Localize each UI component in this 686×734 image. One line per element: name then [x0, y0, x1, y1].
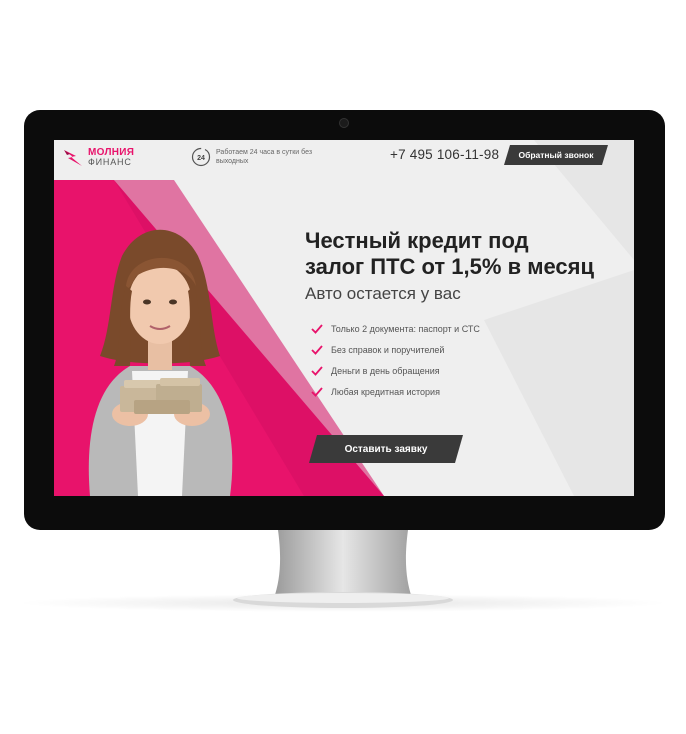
- hero-subtitle: Авто остается у вас: [305, 284, 461, 303]
- working-hours: 24 Работаем 24 часа в сутки без выходных: [191, 147, 336, 167]
- webcam: [339, 118, 349, 128]
- callback-button[interactable]: Обратный звонок: [504, 145, 608, 165]
- hero-title-line1: Честный кредит под: [305, 228, 529, 253]
- check-icon: [311, 365, 323, 376]
- feature-item: Деньги в день обращения: [305, 360, 625, 381]
- clock-24-icon: 24: [191, 147, 211, 167]
- hours-badge: 24: [197, 155, 205, 162]
- woman-with-money-photo: [88, 229, 233, 496]
- feature-text: Без справок и поручителей: [331, 344, 445, 355]
- brand-name-line1: МОЛНИЯ: [88, 146, 135, 158]
- hero-title-line2: залог ПТС от 1,5% в месяц: [305, 254, 595, 279]
- feature-text: Деньги в день обращения: [331, 365, 440, 376]
- website-screen: МОЛНИЯ ФИНАНС 24 Работаем 24 часа в сутк…: [54, 140, 634, 496]
- hours-text: Работаем 24 часа в сутки без выходных: [216, 149, 313, 165]
- feature-item: Любая кредитная история: [305, 381, 625, 402]
- feature-item: Только 2 документа: паспорт и СТС: [305, 318, 625, 339]
- check-icon: [311, 323, 323, 334]
- lightning-logo-icon: [64, 150, 82, 166]
- check-icon: [311, 386, 323, 397]
- hero-content: Честный кредит под залог ПТС от 1,5% в м…: [305, 228, 625, 402]
- site-header: МОЛНИЯ ФИНАНС 24 Работаем 24 часа в сутк…: [54, 140, 634, 174]
- hero-title: Честный кредит под залог ПТС от 1,5% в м…: [305, 228, 625, 280]
- brand-logo[interactable]: МОЛНИЯ ФИНАНС: [62, 144, 134, 170]
- feature-item: Без справок и поручителей: [305, 339, 625, 360]
- feature-text: Только 2 документа: паспорт и СТС: [331, 323, 480, 334]
- monitor-stand: [274, 530, 412, 598]
- check-icon: [311, 344, 323, 355]
- feature-text: Любая кредитная история: [331, 386, 440, 397]
- monitor-bezel: МОЛНИЯ ФИНАНС 24 Работаем 24 часа в сутк…: [24, 110, 665, 530]
- submit-request-button[interactable]: Оставить заявку: [309, 435, 463, 463]
- feature-list: Только 2 документа: паспорт и СТС Без сп…: [305, 318, 625, 402]
- brand-name-line2: ФИНАНС: [88, 156, 132, 167]
- monitor-base: [233, 592, 453, 608]
- phone-number[interactable]: +7 495 106-11-98: [390, 147, 499, 162]
